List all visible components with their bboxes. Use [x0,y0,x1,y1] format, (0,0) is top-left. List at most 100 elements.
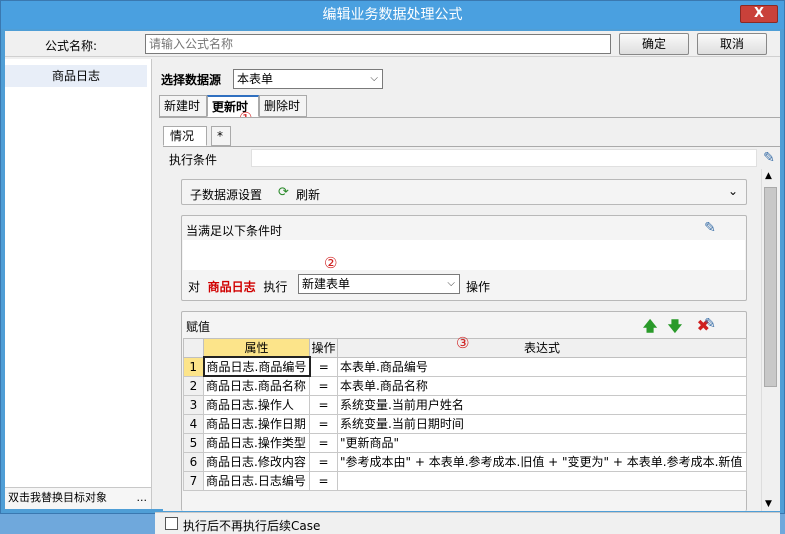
row-expr[interactable]: "参考成本由" + 本表单.参考成本.旧值 + "变更为" + 本表单.参考成本… [337,451,747,472]
action-exec-label: 执行 [263,280,288,294]
header-prop[interactable]: 属性 [203,338,310,358]
action-target: 商品日志 [207,280,256,294]
header-expr[interactable]: 表达式 [337,338,747,358]
refresh-icon[interactable]: ⟳ [278,185,289,200]
chevron-down-icon: ⌵ [447,278,455,289]
chevron-down-icon: ⌵ [370,73,378,84]
close-button[interactable]: X [740,5,778,23]
tab-case-1[interactable]: 情况1 [163,126,207,161]
when-condition-group: 当满足以下条件时 ✎ ② 对 商品日志 执行 新建表单 ⌵ 操作 [181,215,747,301]
assign-group: 赋值 ③ 🡅 🡇 ✖ ✎ 属性 操作 表达式 1 商品日志.商品编号 = 本表单… [181,311,747,511]
arrow-up-icon[interactable]: 🡅 [643,319,657,335]
row-op[interactable]: = [309,375,338,396]
title-bar: 编辑业务数据处理公式 X [1,1,784,29]
assign-table: 属性 操作 表达式 1 商品日志.商品编号 = 本表单.商品编号 2 商品日志.… [183,338,747,491]
stop-after-label[interactable]: 执行后不再执行后续Case [183,517,320,534]
row-op[interactable]: = [309,470,338,491]
replace-target-bar[interactable]: 双击我替换目标对象 ... [5,487,151,509]
row-expr[interactable]: 系统变量.当前用户姓名 [337,394,747,415]
action-row: 对 商品日志 执行 [188,278,287,295]
assign-title: 赋值 [186,320,211,334]
row-op[interactable]: = [309,394,338,415]
table-row[interactable]: 3 商品日志.操作人 = 系统变量.当前用户姓名 [183,394,747,415]
row-num: 2 [183,375,204,396]
row-prop[interactable]: 商品日志.修改内容 [203,451,310,472]
client-area: 公式名称: 确定 取消 商品日志 双击我替换目标对象 ... 选择数据源 本表单… [5,31,780,534]
case-inner: 子数据源设置 ⟳ 刷新 ⌄ 当满足以下条件时 ✎ ② 对 商品日志 执行 新建表… [175,169,755,511]
double-chevron-down-icon[interactable]: ⌄ [728,184,738,198]
row-num: 3 [183,394,204,415]
action-suffix: 操作 [466,280,491,294]
scroll-thumb[interactable] [764,187,777,387]
edit-condition-icon[interactable]: ✎ [761,150,777,166]
formula-bar: 公式名称: 确定 取消 [5,31,780,57]
replace-target-text: 双击我替换目标对象 [8,491,107,504]
row-expr[interactable]: "更新商品" [337,432,747,453]
tab-create[interactable]: 新建时 [159,95,207,117]
arrow-down-icon[interactable]: 🡇 [668,319,682,335]
footer-bar: 执行后不再执行后续Case [155,512,780,534]
row-prop[interactable]: 商品日志.操作日期 [203,413,310,434]
sub-datasource-label: 子数据源设置 [190,188,263,202]
tab-add-case[interactable]: * [211,126,231,146]
target-item-product-log[interactable]: 商品日志 [5,65,147,87]
header-op[interactable]: 操作 [309,338,338,358]
table-row[interactable]: 4 商品日志.操作日期 = 系统变量.当前日期时间 [183,413,747,434]
browse-button[interactable]: ... [137,488,148,508]
refresh-button[interactable]: 刷新 [296,186,320,203]
row-prop[interactable]: 商品日志.日志编号 [203,470,310,491]
when-condition-body [183,240,745,270]
update-tab-content: 情况1 * 执行条件 ✎ 子数据源设置 ⟳ 刷新 [159,117,780,511]
table-row[interactable]: 1 商品日志.商品编号 = 本表单.商品编号 [183,356,747,377]
when-condition-title: 当满足以下条件时 [186,224,283,238]
condition-row: 执行条件 ✎ [163,147,780,169]
action-prefix: 对 [188,280,201,294]
main-panel: 选择数据源 本表单 ⌵ 新建时 更新时 删除时 ① 情况1 * 执行条件 [155,59,780,534]
condition-label: 执行条件 [169,153,218,167]
stop-after-checkbox[interactable] [165,517,178,530]
action-select[interactable]: 新建表单 ⌵ [298,274,460,294]
vertical-scrollbar[interactable]: ▲ ▼ [761,169,778,511]
row-prop[interactable]: 商品日志.操作人 [203,394,310,415]
marker-2: ② [324,254,338,272]
row-num: 4 [183,413,204,434]
row-prop[interactable]: 商品日志.商品名称 [203,375,310,396]
edit-when-icon[interactable]: ✎ [702,220,718,236]
table-row[interactable]: 6 商品日志.修改内容 = "参考成本由" + 本表单.参考成本.旧值 + "变… [183,451,747,472]
table-row[interactable]: 2 商品日志.商品名称 = 本表单.商品名称 [183,375,747,396]
row-op[interactable]: = [309,432,338,453]
formula-name-label: 公式名称: [45,39,98,53]
tab-delete[interactable]: 删除时 [259,95,307,117]
datasource-select[interactable]: 本表单 ⌵ [233,69,383,89]
case-content: 执行条件 ✎ 子数据源设置 ⟳ 刷新 ⌄ 当满足以下条件时 ✎ ② 对 商品日志… [163,146,780,511]
scroll-down-icon[interactable]: ▼ [765,499,772,509]
action-value: 新建表单 [302,277,351,291]
table-row[interactable]: 7 商品日志.日志编号 = [183,470,747,491]
marker-3: ③ [456,334,470,352]
edit-assign-icon[interactable]: ✎ [702,316,718,332]
datasource-label: 选择数据源 [161,73,222,87]
row-prop[interactable]: 商品日志.商品编号 [202,356,311,377]
window-title: 编辑业务数据处理公式 [322,7,463,23]
row-num: 6 [183,451,204,472]
dialog-window: 编辑业务数据处理公式 X 公式名称: 确定 取消 商品日志 双击我替换目标对象 … [0,0,785,534]
case-scroll-area: 子数据源设置 ⟳ 刷新 ⌄ 当满足以下条件时 ✎ ② 对 商品日志 执行 新建表… [163,169,780,511]
row-op[interactable]: = [309,413,338,434]
datasource-value: 本表单 [237,72,274,86]
row-num: 1 [183,356,204,377]
condition-input[interactable] [251,149,757,167]
scroll-up-icon[interactable]: ▲ [765,171,772,181]
row-prop[interactable]: 商品日志.操作类型 [203,432,310,453]
table-row[interactable]: 5 商品日志.操作类型 = "更新商品" [183,432,747,453]
formula-name-input[interactable] [145,34,611,54]
row-expr[interactable]: 本表单.商品编号 [337,356,747,377]
cancel-button[interactable]: 取消 [697,33,767,55]
row-op[interactable]: = [309,356,338,377]
row-op[interactable]: = [309,451,338,472]
row-expr[interactable]: 系统变量.当前日期时间 [337,413,747,434]
row-num: 7 [183,470,204,491]
ok-button[interactable]: 确定 [619,33,689,55]
sub-datasource-group: 子数据源设置 ⟳ 刷新 ⌄ [181,179,747,205]
row-expr[interactable] [337,470,747,491]
row-expr[interactable]: 本表单.商品名称 [337,375,747,396]
